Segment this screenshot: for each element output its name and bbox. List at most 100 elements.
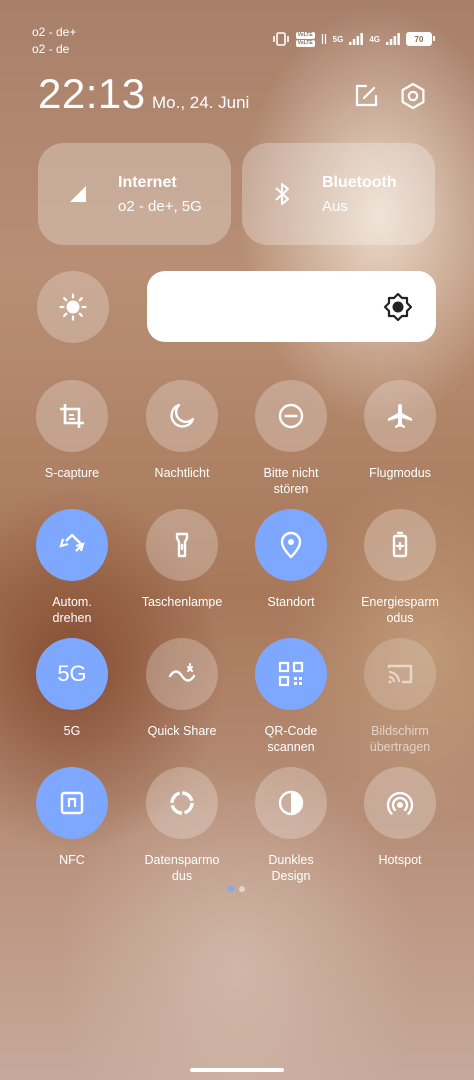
airplane-icon: [388, 404, 412, 428]
tile-hotspot[interactable]: Hotspot: [345, 767, 455, 868]
tile-label: Dunkles Design: [268, 853, 314, 883]
nfc-button[interactable]: [36, 767, 108, 839]
volte-badges: VoLTE VoLTE: [295, 31, 315, 47]
do-not-disturb-icon: [278, 403, 304, 429]
tile-datensparmodus[interactable]: Datensparmo dus: [127, 767, 237, 884]
data-saver-icon: [170, 791, 194, 815]
tile-nachtlicht[interactable]: Nachtlicht: [127, 380, 237, 481]
dark-mode-icon: [278, 790, 304, 816]
flashlight-icon: [175, 532, 189, 558]
bluetooth-icon: [275, 183, 289, 205]
tile-flugmodus[interactable]: Flugmodus: [345, 380, 455, 481]
dark-mode-button[interactable]: [255, 767, 327, 839]
tile-s-capture[interactable]: S-capture: [17, 380, 127, 481]
tile-quick-share[interactable]: Quick Share: [127, 638, 237, 739]
tile-label: Flugmodus: [369, 466, 431, 480]
tile-label: 5G: [63, 724, 81, 738]
tile-label: Nachtlicht: [154, 466, 210, 480]
5g-icon: 5G: [57, 661, 87, 686]
volte-badge-1: VoLTE: [295, 31, 315, 39]
data-saver-button[interactable]: [146, 767, 218, 839]
battery-saver-button[interactable]: [364, 509, 436, 581]
night-light-button[interactable]: [146, 380, 218, 452]
tile-auto-rotate[interactable]: Autom. drehen: [17, 509, 127, 626]
tile-label: QR-Code scannen: [264, 724, 318, 754]
date: Mo., 24. Juni: [152, 93, 250, 112]
tile-qr-code[interactable]: QR-Code scannen: [236, 638, 346, 755]
settings-button[interactable]: [399, 82, 427, 110]
tile-bildschirm-uebertragen[interactable]: Bildschirm übertragen: [345, 638, 455, 755]
moon-icon: [170, 403, 195, 428]
page-indicator: [228, 886, 245, 892]
bluetooth-subtitle: Aus: [322, 197, 348, 215]
qr-code-icon: [278, 661, 304, 687]
hotspot-button[interactable]: [364, 767, 436, 839]
internet-subtitle: o2 - de+, 5G: [118, 197, 202, 215]
tile-5g[interactable]: 5G 5G: [17, 638, 127, 739]
status-icons: VoLTE VoLTE 5G 4G 70: [272, 30, 435, 48]
battery-level: 70: [407, 33, 431, 45]
hotspot-icon: [386, 791, 414, 815]
tile-label: Datensparmo dus: [144, 853, 220, 883]
screenshot-icon: [60, 404, 84, 428]
auto-rotate-icon: [59, 533, 85, 552]
tile-label: Bildschirm übertragen: [369, 724, 431, 754]
location-icon: [280, 531, 302, 559]
sun-icon: [59, 293, 87, 321]
gear-icon: [401, 82, 425, 110]
brightness-icon: [383, 292, 413, 322]
brightness-slider[interactable]: [147, 271, 436, 342]
tile-label: Hotspot: [378, 853, 422, 867]
5g-button[interactable]: 5G: [36, 638, 108, 710]
network-type-1: 5G: [332, 34, 344, 44]
internet-tile[interactable]: Internet o2 - de+, 5G: [38, 143, 231, 245]
network-type-2: 4G: [369, 34, 380, 44]
cast-button[interactable]: [364, 638, 436, 710]
page-dot: [239, 886, 245, 892]
tile-label: Autom. drehen: [52, 595, 92, 625]
battery-icon: 70: [406, 32, 435, 46]
tile-standort[interactable]: Standort: [236, 509, 346, 610]
carrier-2: o2 - de: [32, 42, 70, 56]
quick-share-icon: [168, 663, 196, 682]
clock: 22:13: [38, 70, 146, 117]
tile-dunkles-design[interactable]: Dunkles Design: [236, 767, 346, 884]
bluetooth-title: Bluetooth: [322, 173, 397, 191]
location-button[interactable]: [255, 509, 327, 581]
qr-code-button[interactable]: [255, 638, 327, 710]
mobile-signal-icon: [70, 186, 86, 202]
data-arrows-icon: [321, 34, 326, 44]
tile-label: NFC: [59, 853, 85, 867]
edit-button[interactable]: [352, 82, 380, 110]
bluetooth-tile[interactable]: Bluetooth Aus: [242, 143, 435, 245]
flashlight-button[interactable]: [146, 509, 218, 581]
signal-icon-2: [386, 33, 400, 45]
dnd-button[interactable]: [255, 380, 327, 452]
edit-icon: [355, 84, 378, 107]
tile-nfc[interactable]: NFC: [17, 767, 127, 868]
tile-label: S-capture: [44, 466, 100, 480]
tile-label: Bitte nicht stören: [263, 466, 319, 496]
tile-energiesparmodus[interactable]: Energiesparm odus: [345, 509, 455, 626]
cast-icon: [387, 664, 413, 684]
tile-label: Taschenlampe: [141, 595, 223, 609]
tile-label: Energiesparm odus: [361, 595, 439, 625]
signal-icon: [349, 33, 364, 45]
auto-brightness-button[interactable]: [37, 271, 109, 343]
s-capture-button[interactable]: [36, 380, 108, 452]
auto-rotate-button[interactable]: [36, 509, 108, 581]
vibrate-icon: [272, 32, 289, 46]
quick-share-button[interactable]: [146, 638, 218, 710]
nfc-icon: [60, 791, 84, 815]
internet-title: Internet: [118, 173, 177, 191]
page-dot-active: [228, 886, 234, 892]
tile-label: Quick Share: [147, 724, 217, 738]
tile-taschenlampe[interactable]: Taschenlampe: [127, 509, 237, 610]
battery-saver-icon: [392, 531, 408, 558]
home-indicator[interactable]: [190, 1068, 284, 1072]
tile-bitte-nicht-stoeren[interactable]: Bitte nicht stören: [236, 380, 346, 497]
carrier-1: o2 - de+: [32, 25, 77, 39]
volte-badge-2: VoLTE: [295, 39, 315, 47]
airplane-mode-button[interactable]: [364, 380, 436, 452]
tile-label: Standort: [267, 595, 315, 609]
